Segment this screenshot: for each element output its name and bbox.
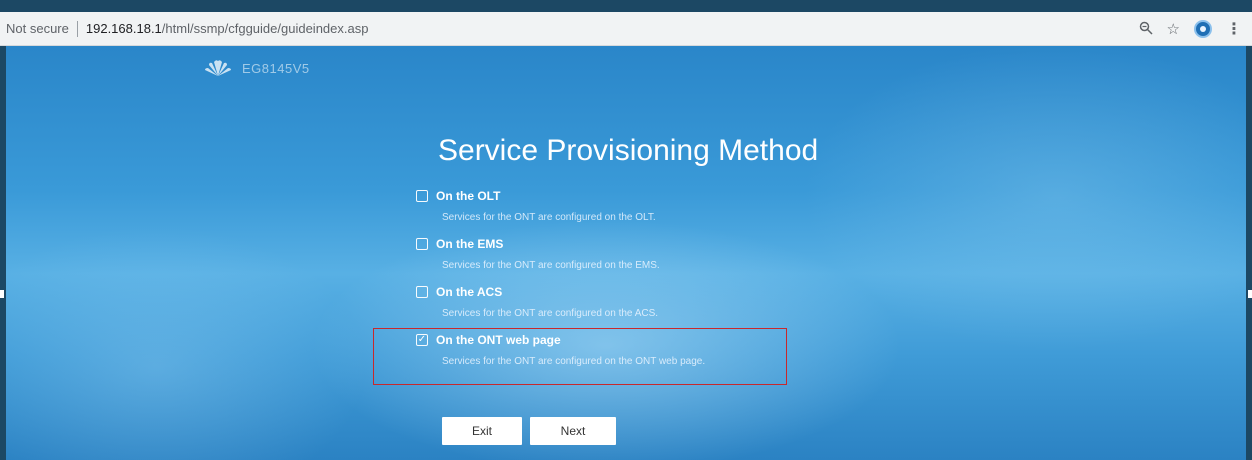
- option-label: On the OLT: [436, 189, 501, 203]
- checkbox-olt[interactable]: [416, 190, 428, 202]
- address-separator: [76, 20, 78, 37]
- page-content: EG8145V5 Service Provisioning Method On …: [6, 46, 1246, 460]
- resize-handle-right[interactable]: [1248, 290, 1252, 298]
- option-olt[interactable]: On the OLT Services for the ONT are conf…: [416, 186, 705, 234]
- extension-icon[interactable]: [1194, 20, 1212, 38]
- star-icon[interactable]: ☆: [1167, 22, 1180, 37]
- page-title: Service Provisioning Method: [438, 134, 819, 167]
- option-description: Services for the ONT are configured on t…: [442, 308, 659, 319]
- option-ems[interactable]: On the EMS Services for the ONT are conf…: [416, 234, 705, 282]
- checkbox-acs[interactable]: [416, 286, 428, 298]
- menu-icon[interactable]: ⋮: [1226, 19, 1242, 39]
- url-text[interactable]: 192.168.18.1/html/ssmp/cfgguide/guideind…: [86, 21, 369, 36]
- security-status[interactable]: Not secure: [0, 21, 77, 36]
- option-acs[interactable]: On the ACS Services for the ONT are conf…: [416, 282, 705, 330]
- option-description: Services for the ONT are configured on t…: [442, 212, 656, 223]
- zoom-icon[interactable]: [1139, 21, 1153, 38]
- browser-address-bar[interactable]: Not secure 192.168.18.1/html/ssmp/cfggui…: [0, 12, 1252, 46]
- exit-button[interactable]: Exit: [442, 417, 522, 445]
- wizard-buttons: Exit Next: [442, 417, 616, 445]
- option-label: On the ACS: [436, 285, 503, 299]
- screenshot-frame: Not secure 192.168.18.1/html/ssmp/cfggui…: [0, 0, 1252, 460]
- brand-logo: EG8145V5: [202, 58, 310, 78]
- url-path: /html/ssmp/cfgguide/guideindex.asp: [161, 21, 369, 36]
- option-label: On the EMS: [436, 237, 504, 251]
- selection-highlight-box: [373, 328, 787, 385]
- resize-handle-left[interactable]: [0, 290, 4, 298]
- browser-actions: ☆ ⋮: [1139, 12, 1242, 46]
- huawei-logo-icon: [205, 60, 231, 76]
- device-model: EG8145V5: [242, 60, 310, 76]
- checkbox-ems[interactable]: [416, 238, 428, 250]
- option-description: Services for the ONT are configured on t…: [442, 260, 660, 271]
- next-button[interactable]: Next: [530, 417, 616, 445]
- url-host: 192.168.18.1: [85, 21, 162, 36]
